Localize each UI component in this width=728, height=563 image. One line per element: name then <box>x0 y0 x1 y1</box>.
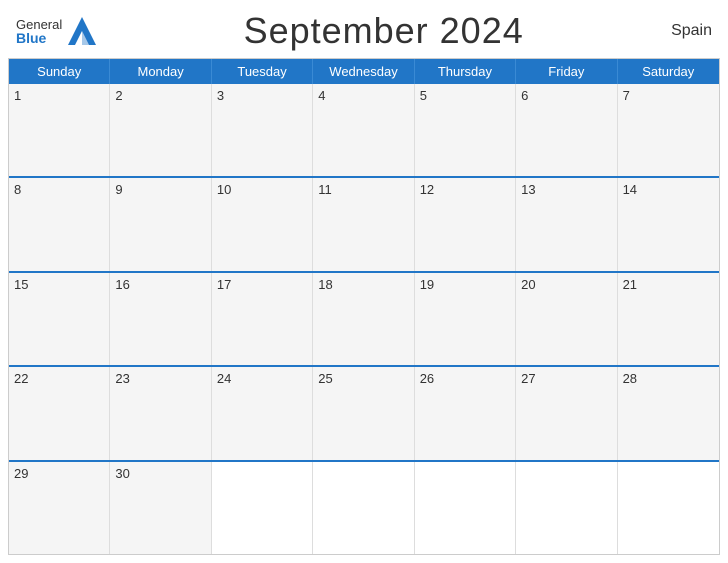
day-cell: 4 <box>313 84 414 176</box>
week-row-1: 1 2 3 4 5 6 7 <box>9 84 719 176</box>
day-cell: 24 <box>212 367 313 459</box>
day-number: 16 <box>115 277 129 292</box>
day-number: 29 <box>14 466 28 481</box>
day-number: 22 <box>14 371 28 386</box>
day-cell: 6 <box>516 84 617 176</box>
logo-icon <box>68 17 96 45</box>
day-cell: 25 <box>313 367 414 459</box>
day-number: 8 <box>14 182 21 197</box>
day-cell: 22 <box>9 367 110 459</box>
logo-blue-text: Blue <box>16 31 62 45</box>
day-number: 2 <box>115 88 122 103</box>
day-cell: 1 <box>9 84 110 176</box>
day-number: 4 <box>318 88 325 103</box>
day-number: 20 <box>521 277 535 292</box>
logo-general-text: General <box>16 18 62 31</box>
day-number: 21 <box>623 277 637 292</box>
day-cell: 9 <box>110 178 211 270</box>
day-cell: 14 <box>618 178 719 270</box>
day-cell: 13 <box>516 178 617 270</box>
day-cell: 10 <box>212 178 313 270</box>
day-cell <box>415 462 516 554</box>
day-number: 19 <box>420 277 434 292</box>
day-cell: 18 <box>313 273 414 365</box>
day-cell: 26 <box>415 367 516 459</box>
day-cell: 23 <box>110 367 211 459</box>
day-number: 12 <box>420 182 434 197</box>
day-number: 3 <box>217 88 224 103</box>
day-number: 14 <box>623 182 637 197</box>
day-number: 18 <box>318 277 332 292</box>
day-header-monday: Monday <box>110 59 211 84</box>
week-row-4: 22 23 24 25 26 27 28 <box>9 365 719 459</box>
day-cell <box>212 462 313 554</box>
week-row-5: 29 30 <box>9 460 719 554</box>
page-title: September 2024 <box>244 10 524 52</box>
logo-text: General Blue <box>16 18 62 45</box>
day-cell: 15 <box>9 273 110 365</box>
day-cell: 17 <box>212 273 313 365</box>
day-cell: 12 <box>415 178 516 270</box>
day-cell: 30 <box>110 462 211 554</box>
day-number: 24 <box>217 371 231 386</box>
day-cell: 3 <box>212 84 313 176</box>
calendar-grid: SundayMondayTuesdayWednesdayThursdayFrid… <box>8 58 720 555</box>
day-header-friday: Friday <box>516 59 617 84</box>
day-header-tuesday: Tuesday <box>212 59 313 84</box>
day-header-saturday: Saturday <box>618 59 719 84</box>
day-cell: 29 <box>9 462 110 554</box>
day-cell <box>516 462 617 554</box>
days-header: SundayMondayTuesdayWednesdayThursdayFrid… <box>9 59 719 84</box>
day-number: 15 <box>14 277 28 292</box>
day-number: 13 <box>521 182 535 197</box>
day-cell: 11 <box>313 178 414 270</box>
day-number: 17 <box>217 277 231 292</box>
day-number: 23 <box>115 371 129 386</box>
day-header-wednesday: Wednesday <box>313 59 414 84</box>
day-number: 7 <box>623 88 630 103</box>
page-header: General Blue September 2024 Spain <box>0 0 728 58</box>
day-cell <box>618 462 719 554</box>
day-cell: 7 <box>618 84 719 176</box>
day-number: 30 <box>115 466 129 481</box>
day-cell: 27 <box>516 367 617 459</box>
weeks-container: 1234567891011121314151617181920212223242… <box>9 84 719 554</box>
calendar-page: General Blue September 2024 Spain Sunday… <box>0 0 728 563</box>
day-cell: 28 <box>618 367 719 459</box>
week-row-3: 15 16 17 18 19 20 21 <box>9 271 719 365</box>
day-cell: 8 <box>9 178 110 270</box>
day-number: 5 <box>420 88 427 103</box>
day-number: 6 <box>521 88 528 103</box>
day-number: 28 <box>623 371 637 386</box>
day-cell: 20 <box>516 273 617 365</box>
day-number: 11 <box>318 182 332 197</box>
day-number: 1 <box>14 88 21 103</box>
day-number: 10 <box>217 182 231 197</box>
day-cell: 2 <box>110 84 211 176</box>
logo: General Blue <box>16 17 96 45</box>
day-cell: 5 <box>415 84 516 176</box>
day-cell <box>313 462 414 554</box>
day-header-thursday: Thursday <box>415 59 516 84</box>
day-number: 27 <box>521 371 535 386</box>
day-header-sunday: Sunday <box>9 59 110 84</box>
day-cell: 19 <box>415 273 516 365</box>
country-label: Spain <box>671 22 712 40</box>
week-row-2: 8 9 10 11 12 13 14 <box>9 176 719 270</box>
day-number: 25 <box>318 371 332 386</box>
day-cell: 16 <box>110 273 211 365</box>
day-cell: 21 <box>618 273 719 365</box>
day-number: 26 <box>420 371 434 386</box>
day-number: 9 <box>115 182 122 197</box>
